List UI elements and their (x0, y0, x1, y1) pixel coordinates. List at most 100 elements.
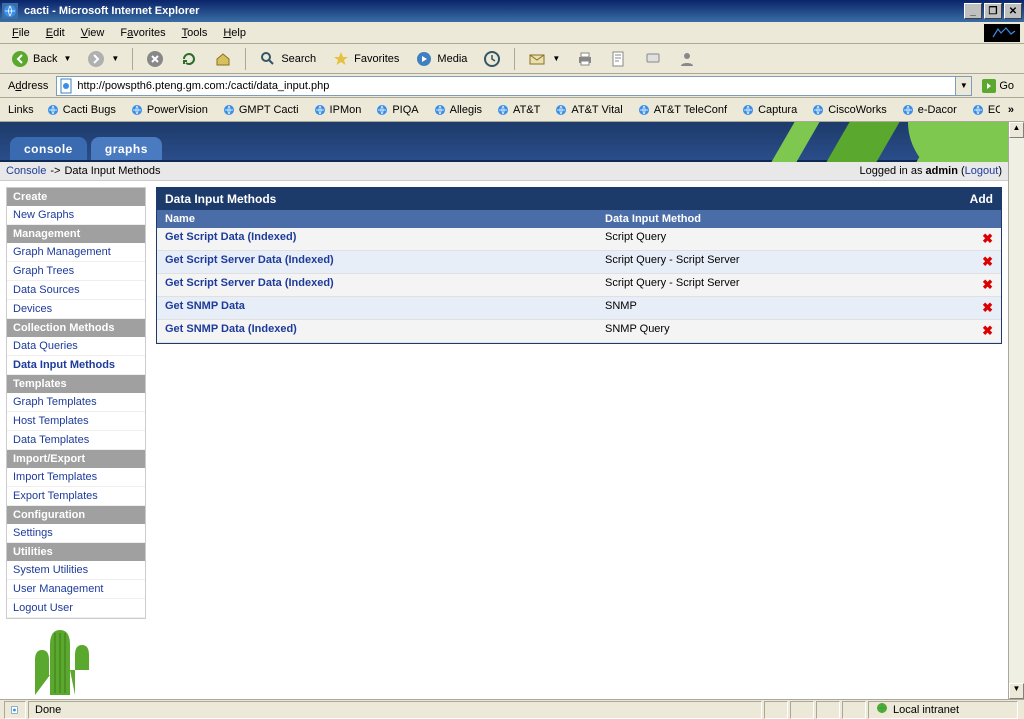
breadcrumb-root[interactable]: Console (6, 165, 46, 177)
table-row: Get SNMP Data SNMP ✖ (157, 297, 1001, 320)
search-button[interactable]: Search (252, 47, 323, 71)
menu-favorites[interactable]: Favorites (112, 25, 173, 41)
sidebar-item[interactable]: Graph Templates (7, 393, 145, 412)
sidebar-section-header: Configuration (7, 506, 145, 524)
favorite-link[interactable]: CiscoWorks (805, 101, 892, 119)
history-icon (483, 50, 501, 68)
sidebar-item[interactable]: Host Templates (7, 412, 145, 431)
sidebar-item[interactable]: System Utilities (7, 561, 145, 580)
url-dropdown[interactable]: ▼ (955, 77, 971, 95)
links-label: Links (4, 104, 38, 116)
dropdown-arrow-icon: ▼ (552, 54, 560, 63)
sidebar-item[interactable]: Export Templates (7, 487, 145, 506)
favorite-link[interactable]: e-Dacor (895, 101, 963, 119)
menu-edit[interactable]: Edit (38, 25, 73, 41)
favorite-link[interactable]: Allegis (427, 101, 488, 119)
row-link[interactable]: Get Script Server Data (Indexed) (165, 277, 334, 289)
cell-method: Script Query - Script Server (597, 274, 974, 296)
window-titlebar: cacti - Microsoft Internet Explorer _ ❐ … (0, 0, 1024, 22)
table-row: Get Script Server Data (Indexed)Script Q… (157, 251, 1001, 274)
favorites-button[interactable]: Favorites (325, 47, 406, 71)
scroll-up-button[interactable]: ▲ (1009, 122, 1024, 138)
sidebar-section-header: Collection Methods (7, 319, 145, 337)
login-status: Logged in as admin (Logout) (859, 165, 1002, 177)
sidebar-item[interactable]: Data Templates (7, 431, 145, 450)
row-link[interactable]: Get Script Data (Indexed) (165, 231, 296, 243)
ie-page-icon (222, 103, 236, 117)
sidebar-item[interactable]: Import Templates (7, 468, 145, 487)
sidebar-item[interactable]: Graph Management (7, 243, 145, 262)
sidebar-item[interactable]: Graph Trees (7, 262, 145, 281)
home-button[interactable] (207, 47, 239, 71)
ie-page-icon (375, 103, 389, 117)
sidebar-item[interactable]: Data Queries (7, 337, 145, 356)
ie-page-icon (496, 103, 510, 117)
scroll-down-button[interactable]: ▼ (1009, 683, 1024, 699)
sidebar-item[interactable]: Settings (7, 524, 145, 543)
star-icon (332, 50, 350, 68)
edit-button[interactable] (603, 47, 635, 71)
sidebar-item[interactable]: Devices (7, 300, 145, 319)
favorite-link[interactable]: AT&T TeleConf (631, 101, 733, 119)
print-button[interactable] (569, 47, 601, 71)
menu-view[interactable]: View (73, 25, 113, 41)
url-input[interactable] (77, 80, 955, 92)
mail-button[interactable]: ▼ (521, 47, 567, 71)
media-button[interactable]: Media (408, 47, 474, 71)
favorite-link[interactable]: Captura (735, 101, 803, 119)
logout-link[interactable]: Logout (965, 165, 999, 177)
sidebar-item[interactable]: User Management (7, 580, 145, 599)
menu-help[interactable]: Help (215, 25, 254, 41)
messenger-button[interactable] (671, 47, 703, 71)
close-button[interactable]: ✕ (1004, 3, 1022, 19)
sidebar-item[interactable]: Data Sources (7, 281, 145, 300)
favorite-link[interactable]: AT&T (490, 101, 546, 119)
delete-icon[interactable]: ✖ (982, 254, 993, 269)
sidebar-item[interactable]: Data Input Methods (7, 356, 145, 375)
menu-file[interactable]: File (4, 25, 38, 41)
favorite-link[interactable]: PIQA (369, 101, 424, 119)
back-label: Back (33, 53, 57, 65)
url-field[interactable]: ▼ (56, 76, 972, 96)
delete-icon[interactable]: ✖ (982, 323, 993, 338)
favorite-link[interactable]: IPMon (307, 101, 368, 119)
vertical-scrollbar[interactable]: ▲ ▼ (1008, 122, 1024, 699)
refresh-button[interactable] (173, 47, 205, 71)
delete-icon[interactable]: ✖ (982, 300, 993, 315)
back-button[interactable]: Back ▼ (4, 47, 78, 71)
favorite-link[interactable]: Cacti Bugs (40, 101, 122, 119)
stop-button[interactable] (139, 47, 171, 71)
tab-graphs[interactable]: graphs (91, 137, 162, 160)
delete-icon[interactable]: ✖ (982, 231, 993, 246)
history-button[interactable] (476, 47, 508, 71)
minimize-button[interactable]: _ (964, 3, 982, 19)
menu-tools[interactable]: Tools (174, 25, 216, 41)
go-button[interactable]: Go (976, 79, 1020, 93)
scroll-track[interactable] (1009, 138, 1024, 683)
discuss-button[interactable] (637, 47, 669, 71)
restore-button[interactable]: ❐ (984, 3, 1002, 19)
row-link[interactable]: Get SNMP Data (Indexed) (165, 323, 297, 335)
status-progress-icon (4, 701, 26, 719)
panel-title-bar: Data Input Methods Add (157, 188, 1001, 210)
forward-button[interactable]: ▼ (80, 47, 126, 71)
sidebar-item[interactable]: New Graphs (7, 206, 145, 225)
add-button[interactable]: Add (970, 192, 993, 206)
status-slot (842, 701, 866, 719)
favorite-link[interactable]: ECM (965, 101, 1000, 119)
ie-icon (2, 3, 18, 19)
tab-console[interactable]: console (10, 137, 87, 160)
forward-icon (87, 50, 105, 68)
favorite-link[interactable]: PowerVision (124, 101, 214, 119)
favorites-label: Favorites (354, 53, 399, 65)
edit-icon (610, 50, 628, 68)
row-link[interactable]: Get Script Server Data (Indexed) (165, 254, 334, 266)
sidebar-section-header: Management (7, 225, 145, 243)
links-overflow[interactable]: » (1002, 104, 1020, 116)
favorite-link[interactable]: GMPT Cacti (216, 101, 305, 119)
cell-method: SNMP (597, 297, 974, 319)
sidebar-item[interactable]: Logout User (7, 599, 145, 618)
favorite-link[interactable]: AT&T Vital (548, 101, 628, 119)
row-link[interactable]: Get SNMP Data (165, 300, 245, 312)
delete-icon[interactable]: ✖ (982, 277, 993, 292)
